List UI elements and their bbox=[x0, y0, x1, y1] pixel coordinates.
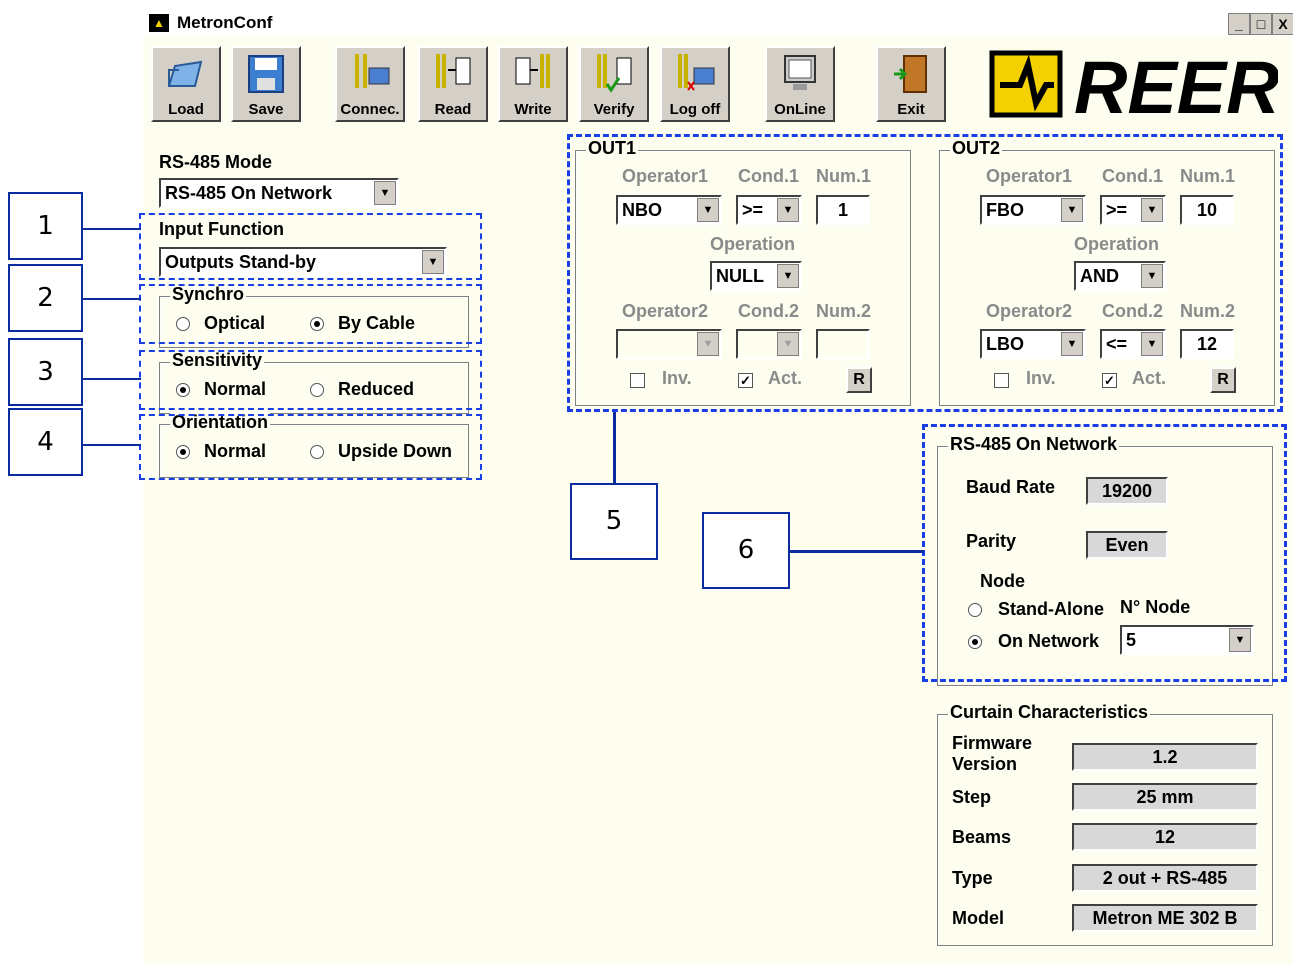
window-title: MetronConf bbox=[177, 13, 273, 32]
callout-number-2: 2 bbox=[8, 264, 83, 332]
callout-leader-1 bbox=[83, 228, 141, 230]
monitor-icon bbox=[784, 55, 816, 90]
log-off-icon bbox=[678, 54, 715, 91]
log-off-label: Log off bbox=[669, 101, 721, 118]
callout-leader-2 bbox=[83, 298, 141, 300]
type-value: 2 out + RS-485 bbox=[1072, 864, 1258, 892]
read-icon bbox=[436, 54, 471, 88]
callout-number-4: 4 bbox=[8, 408, 83, 476]
verify-icon bbox=[597, 54, 632, 93]
step-label: Step bbox=[952, 787, 992, 807]
firmware-version-value: 1.2 bbox=[1072, 743, 1258, 771]
minimize-button[interactable]: _ bbox=[1228, 13, 1250, 35]
write-label: Write bbox=[514, 101, 552, 118]
callout-frame-2 bbox=[139, 284, 482, 344]
chevron-down-icon[interactable]: ▼ bbox=[374, 181, 396, 205]
connect-button[interactable]: Connec. bbox=[335, 46, 405, 122]
app-icon: ▲ bbox=[149, 14, 169, 32]
callout-leader-5 bbox=[613, 412, 616, 483]
load-button[interactable]: Load bbox=[151, 46, 221, 122]
exit-button[interactable]: Exit bbox=[876, 46, 946, 122]
firmware-version-label: Firmware Version bbox=[952, 733, 1033, 774]
callout-frame-4 bbox=[139, 414, 482, 480]
exit-door-icon bbox=[894, 55, 927, 93]
callout-frame-1 bbox=[139, 213, 482, 280]
callout-leader-3 bbox=[83, 378, 141, 380]
callout-number-6: 6 bbox=[702, 512, 790, 589]
curtain-title: Curtain Characteristics bbox=[948, 702, 1151, 723]
load-label: Load bbox=[168, 101, 204, 118]
write-icon bbox=[515, 54, 550, 88]
log-off-button[interactable]: Log off bbox=[660, 46, 730, 122]
callout-leader-4 bbox=[83, 444, 141, 446]
floppy-disk-icon bbox=[248, 55, 284, 93]
rs485-mode-label: RS-485 Mode bbox=[159, 152, 273, 172]
title-bar: ▲ MetronConf _ □ X bbox=[143, 10, 1293, 36]
write-button[interactable]: Write bbox=[498, 46, 568, 122]
callout-number-1: 1 bbox=[8, 192, 83, 260]
reer-logo: REER bbox=[989, 46, 1278, 123]
save-button[interactable]: Save bbox=[231, 46, 301, 122]
rs485-mode-select[interactable]: RS-485 On Network ▼ bbox=[159, 178, 399, 208]
curtain-group: Curtain Characteristics Firmware Version… bbox=[937, 702, 1273, 946]
step-value: 25 mm bbox=[1072, 783, 1258, 811]
read-label: Read bbox=[434, 101, 472, 118]
connect-icon bbox=[355, 54, 390, 88]
beams-label: Beams bbox=[952, 827, 1012, 847]
callout-frame-3 bbox=[139, 350, 482, 410]
verify-label: Verify bbox=[593, 101, 635, 118]
model-label: Model bbox=[952, 908, 1004, 928]
type-label: Type bbox=[952, 868, 993, 888]
read-button[interactable]: Read bbox=[418, 46, 488, 122]
callout-leader-6 bbox=[790, 550, 924, 553]
beams-value: 12 bbox=[1072, 823, 1258, 851]
verify-button[interactable]: Verify bbox=[579, 46, 649, 122]
close-button[interactable]: X bbox=[1272, 13, 1293, 35]
callout-number-3: 3 bbox=[8, 338, 83, 406]
maximize-button[interactable]: □ bbox=[1250, 13, 1272, 35]
online-label: OnLine bbox=[774, 101, 826, 118]
callout-frame-5 bbox=[567, 134, 1283, 412]
rs485-mode-value: RS-485 On Network bbox=[165, 183, 333, 203]
svg-text:REER: REER bbox=[1074, 46, 1278, 123]
callout-number-5: 5 bbox=[570, 483, 658, 560]
connect-label: Connec. bbox=[340, 101, 400, 118]
callout-frame-6 bbox=[922, 424, 1287, 682]
folder-open-icon bbox=[167, 60, 203, 87]
save-label: Save bbox=[248, 101, 284, 118]
exit-label: Exit bbox=[897, 101, 925, 118]
model-value: Metron ME 302 B bbox=[1072, 904, 1258, 932]
online-button[interactable]: OnLine bbox=[765, 46, 835, 122]
